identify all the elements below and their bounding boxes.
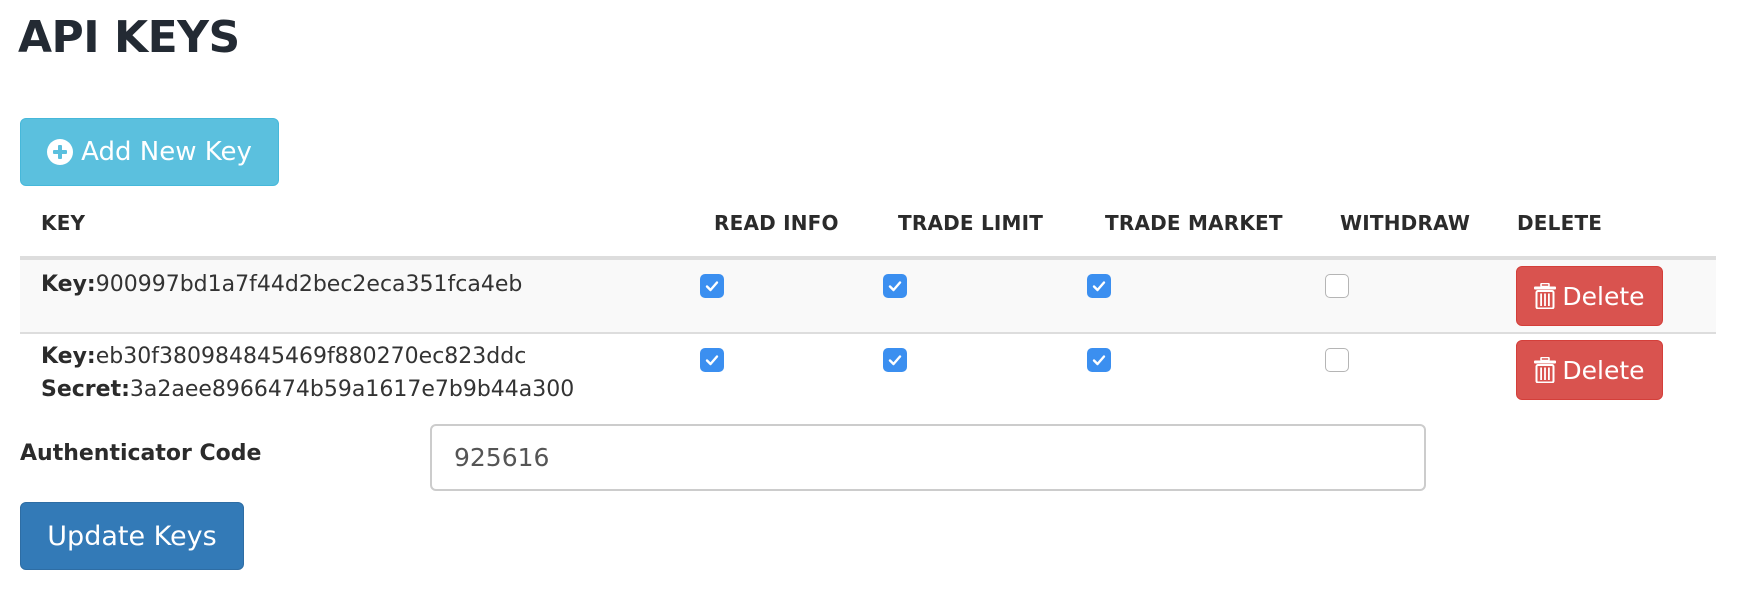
table-row: Key:eb30f380984845469f880270ec823ddc Sec… bbox=[20, 334, 1716, 410]
trash-icon bbox=[1534, 283, 1557, 309]
trade-limit-checkbox[interactable] bbox=[883, 274, 907, 298]
table-header: KEY READ INFO TRADE LIMIT TRADE MARKET W… bbox=[20, 195, 1716, 260]
read-info-checkbox[interactable] bbox=[700, 348, 724, 372]
key-text: Key:eb30f380984845469f880270ec823ddc bbox=[41, 344, 526, 369]
trash-icon bbox=[1534, 357, 1557, 383]
checkmark-icon bbox=[1092, 281, 1106, 292]
key-value: eb30f380984845469f880270ec823ddc bbox=[95, 344, 527, 369]
withdraw-checkbox[interactable] bbox=[1325, 348, 1349, 372]
secret-value: 3a2aee8966474b59a1617e7b9b44a300 bbox=[129, 377, 575, 402]
trade-limit-checkbox[interactable] bbox=[883, 348, 907, 372]
checkmark-icon bbox=[705, 355, 719, 366]
read-info-checkbox[interactable] bbox=[700, 274, 724, 298]
checkmark-icon bbox=[705, 281, 719, 292]
add-new-key-button[interactable]: Add New Key bbox=[20, 118, 279, 186]
trade-market-checkbox[interactable] bbox=[1087, 348, 1111, 372]
secret-label: Secret: bbox=[41, 377, 130, 402]
column-header-delete: DELETE bbox=[1517, 211, 1603, 235]
key-label: Key: bbox=[41, 272, 96, 297]
column-header-read-info: READ INFO bbox=[714, 211, 839, 235]
api-keys-table: KEY READ INFO TRADE LIMIT TRADE MARKET W… bbox=[20, 195, 1716, 410]
trade-market-checkbox[interactable] bbox=[1087, 274, 1111, 298]
secret-text: Secret:3a2aee8966474b59a1617e7b9b44a300 bbox=[41, 377, 574, 402]
checkmark-icon bbox=[1092, 355, 1106, 366]
add-new-key-label: Add New Key bbox=[81, 137, 252, 167]
checkmark-icon bbox=[888, 281, 902, 292]
authenticator-code-label: Authenticator Code bbox=[20, 441, 262, 466]
column-header-trade-market: TRADE MARKET bbox=[1105, 211, 1283, 235]
table-row: Key:900997bd1a7f44d2bec2eca351fca4eb Del… bbox=[20, 260, 1716, 334]
delete-label: Delete bbox=[1562, 281, 1645, 311]
column-header-withdraw: WITHDRAW bbox=[1340, 211, 1471, 235]
withdraw-checkbox[interactable] bbox=[1325, 274, 1349, 298]
page-title: API KEYS bbox=[18, 12, 240, 63]
column-header-key: KEY bbox=[41, 211, 86, 235]
delete-label: Delete bbox=[1562, 355, 1645, 385]
checkmark-icon bbox=[888, 355, 902, 366]
key-value: 900997bd1a7f44d2bec2eca351fca4eb bbox=[95, 272, 523, 297]
plus-circle-icon bbox=[47, 139, 74, 165]
authenticator-code-input[interactable] bbox=[430, 424, 1426, 491]
update-keys-button[interactable]: Update Keys bbox=[20, 502, 244, 570]
update-keys-label: Update Keys bbox=[47, 520, 217, 552]
key-label: Key: bbox=[41, 344, 96, 369]
column-header-trade-limit: TRADE LIMIT bbox=[898, 211, 1044, 235]
delete-button[interactable]: Delete bbox=[1516, 340, 1663, 400]
delete-button[interactable]: Delete bbox=[1516, 266, 1663, 326]
key-text: Key:900997bd1a7f44d2bec2eca351fca4eb bbox=[41, 272, 522, 297]
